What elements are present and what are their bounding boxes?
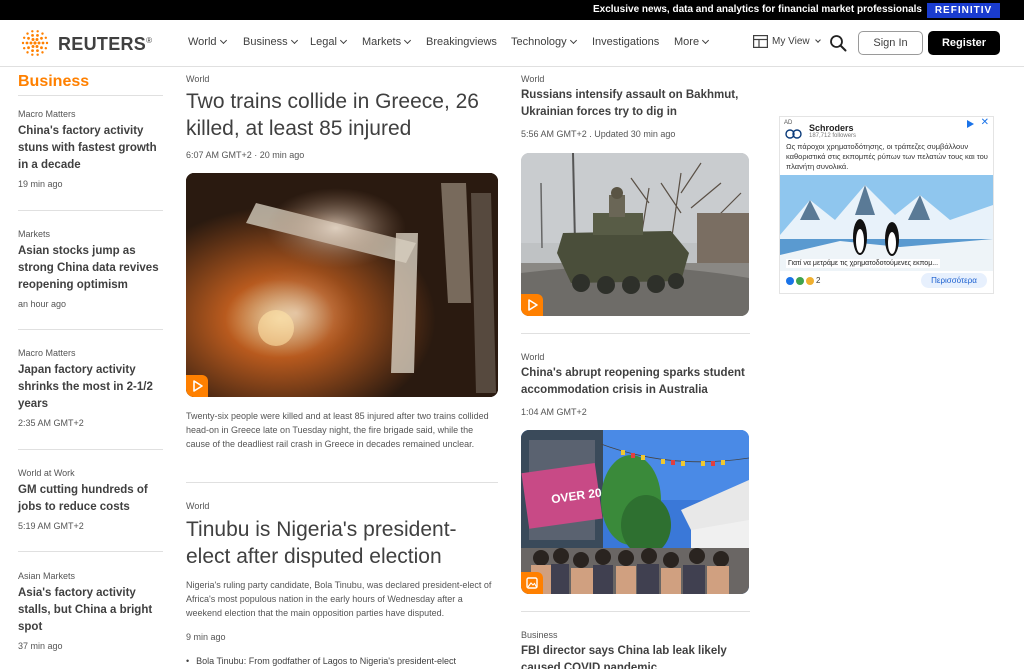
divider bbox=[18, 551, 163, 552]
layout-grid-icon bbox=[753, 35, 768, 48]
video-thumbnail[interactable] bbox=[521, 153, 749, 316]
banner-message[interactable]: Exclusive news, data and analytics for f… bbox=[593, 4, 922, 15]
story-time: an hour ago bbox=[18, 299, 67, 309]
story-time: 2:35 AM GMT+2 bbox=[18, 418, 84, 428]
story-kicker[interactable]: World bbox=[521, 74, 544, 84]
chevron-down-icon bbox=[569, 36, 577, 45]
penguins-image bbox=[780, 175, 993, 271]
chevron-down-icon bbox=[290, 36, 298, 45]
list-item: Asian Markets Asia's factory activity st… bbox=[18, 571, 163, 651]
advertisement[interactable]: AD Schroders 187,712 followers ✕ Ως πάρο… bbox=[779, 116, 994, 294]
divider bbox=[521, 611, 750, 612]
like-icon bbox=[786, 276, 794, 285]
play-icon[interactable] bbox=[521, 294, 543, 316]
my-view-menu[interactable]: My View bbox=[753, 35, 821, 48]
logo-wordmark: REUTERS® bbox=[58, 34, 153, 54]
image-thumbnail[interactable]: OVER 200 CLUBS bbox=[521, 430, 749, 594]
story-time: 37 min ago bbox=[18, 641, 63, 651]
story-headline[interactable]: FBI director says China lab leak likely … bbox=[521, 643, 753, 669]
refinitiv-logo[interactable]: REFINITIV bbox=[927, 3, 1000, 18]
story-kicker[interactable]: Macro Matters bbox=[18, 348, 163, 358]
site-header: REUTERS® World Business Legal Markets Br… bbox=[0, 20, 1024, 67]
chevron-down-icon bbox=[404, 36, 412, 45]
top-banner: Exclusive news, data and analytics for f… bbox=[0, 0, 1024, 20]
close-icon[interactable]: ✕ bbox=[981, 118, 989, 128]
story-headline[interactable]: Russians intensify assault on Bakhmut, U… bbox=[521, 87, 753, 121]
image-gallery-icon[interactable] bbox=[521, 572, 543, 594]
story-headline[interactable]: Asian stocks jump as strong China data r… bbox=[18, 243, 163, 294]
story-time: 9 min ago bbox=[186, 632, 226, 642]
ad-cta-button[interactable]: Περισσότερα bbox=[921, 273, 987, 288]
divider bbox=[18, 449, 163, 450]
story-headline[interactable]: China's abrupt reopening sparks student … bbox=[521, 365, 753, 399]
story-kicker[interactable]: Macro Matters bbox=[18, 109, 163, 119]
story-time: 19 min ago bbox=[18, 179, 63, 189]
section-title[interactable]: Business bbox=[18, 73, 89, 91]
story-summary: Nigeria's ruling party candidate, Bola T… bbox=[186, 580, 492, 618]
divider bbox=[18, 329, 163, 330]
nav-technology[interactable]: Technology bbox=[511, 36, 577, 48]
chevron-down-icon bbox=[219, 36, 227, 45]
nav-legal[interactable]: Legal bbox=[310, 36, 347, 48]
list-item: Markets Asian stocks jump as strong Chin… bbox=[18, 229, 163, 309]
celebrate-icon bbox=[796, 276, 804, 285]
story-kicker[interactable]: World bbox=[521, 352, 544, 362]
list-item: Macro Matters Japan factory activity shr… bbox=[18, 348, 163, 428]
ad-brand[interactable]: Schroders bbox=[809, 123, 854, 133]
story-headline[interactable]: Tinubu is Nigeria's president-elect afte… bbox=[186, 516, 486, 570]
ad-body-text: Ως πάροχοι χρηματοδότησης, οι τράπεζες σ… bbox=[786, 142, 988, 171]
story-headline[interactable]: China's factory activity stuns with fast… bbox=[18, 123, 163, 174]
ad-label: AD bbox=[784, 120, 793, 126]
reaction-count: 2 bbox=[816, 276, 821, 285]
story-kicker[interactable]: Markets bbox=[18, 229, 163, 239]
lead-headline[interactable]: Two trains collide in Greece, 26 killed,… bbox=[186, 88, 506, 142]
play-icon[interactable] bbox=[186, 375, 208, 397]
ad-reactions[interactable]: 2 bbox=[786, 276, 820, 285]
related-story-link[interactable]: Bola Tinubu: From godfather of Lagos to … bbox=[186, 656, 456, 666]
sign-in-button[interactable]: Sign In bbox=[858, 31, 923, 55]
lead-summary: Twenty-six people were killed and at lea… bbox=[186, 411, 489, 449]
nav-breakingviews[interactable]: Breakingviews bbox=[426, 36, 497, 48]
register-button[interactable]: Register bbox=[928, 31, 1000, 55]
divider bbox=[521, 333, 750, 334]
insightful-icon bbox=[806, 276, 814, 285]
nav-business[interactable]: Business bbox=[243, 36, 298, 48]
ad-followers: 187,712 followers bbox=[809, 133, 857, 139]
chevron-down-icon bbox=[814, 36, 821, 43]
divider bbox=[18, 210, 163, 211]
lead-video-thumbnail[interactable] bbox=[186, 173, 498, 397]
reuters-logo[interactable]: REUTERS® bbox=[18, 28, 154, 58]
reuters-logo-icon bbox=[21, 30, 49, 56]
schroders-logo-icon bbox=[784, 128, 804, 140]
story-kicker[interactable]: Business bbox=[521, 630, 558, 640]
campus-crowd-image: OVER 200 CLUBS bbox=[521, 430, 749, 594]
tank-image bbox=[521, 153, 749, 316]
ad-caption[interactable]: Γιατί να μετράμε τις χρηματοδοτούμενες ε… bbox=[786, 259, 941, 268]
story-headline[interactable]: Asia's factory activity stalls, but Chin… bbox=[18, 585, 163, 636]
list-item: World at Work GM cutting hundreds of job… bbox=[18, 468, 163, 531]
chevron-down-icon bbox=[702, 36, 710, 45]
adchoices-icon[interactable] bbox=[965, 119, 975, 129]
nav-more[interactable]: More bbox=[674, 36, 710, 48]
train-crash-image bbox=[186, 173, 498, 397]
story-kicker[interactable]: Asian Markets bbox=[18, 571, 163, 581]
nav-world[interactable]: World bbox=[188, 36, 227, 48]
search-icon[interactable] bbox=[829, 34, 847, 52]
divider bbox=[186, 482, 498, 483]
story-headline[interactable]: Japan factory activity shrinks the most … bbox=[18, 362, 163, 413]
story-kicker[interactable]: World bbox=[186, 501, 209, 511]
lead-time: 6:07 AM GMT+2 · 20 min ago bbox=[186, 150, 305, 160]
list-item: Macro Matters China's factory activity s… bbox=[18, 109, 163, 189]
nav-markets[interactable]: Markets bbox=[362, 36, 412, 48]
story-time: 1:04 AM GMT+2 bbox=[521, 407, 587, 417]
divider bbox=[18, 95, 163, 96]
story-kicker[interactable]: World at Work bbox=[18, 468, 163, 478]
story-headline[interactable]: GM cutting hundreds of jobs to reduce co… bbox=[18, 482, 163, 516]
story-time: 5:56 AM GMT+2 . Updated 30 min ago bbox=[521, 129, 676, 139]
lead-kicker[interactable]: World bbox=[186, 74, 209, 84]
chevron-down-icon bbox=[339, 36, 347, 45]
my-view-label: My View bbox=[772, 36, 810, 47]
story-time: 5:19 AM GMT+2 bbox=[18, 521, 84, 531]
nav-investigations[interactable]: Investigations bbox=[592, 36, 659, 48]
